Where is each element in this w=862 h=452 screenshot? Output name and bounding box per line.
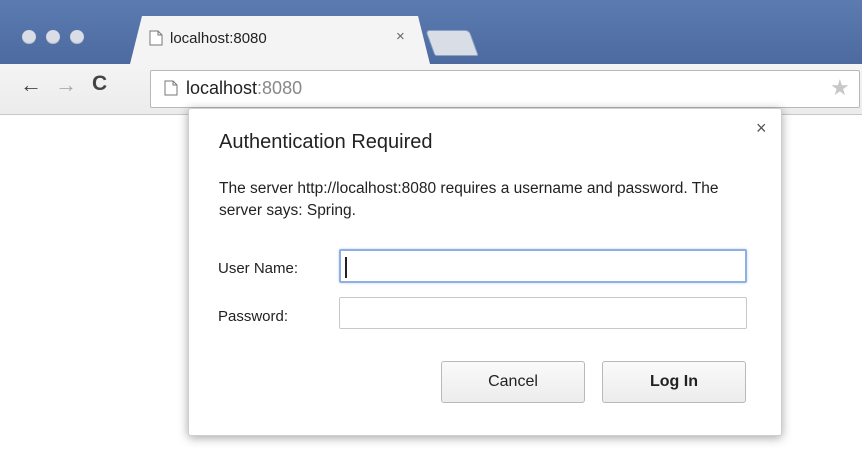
username-label: User Name: [218, 260, 299, 277]
url-host: localhost [186, 78, 258, 98]
username-field[interactable] [339, 249, 747, 283]
page-icon [164, 80, 178, 96]
login-button[interactable]: Log In [602, 361, 746, 403]
dialog-message: The server http://localhost:8080 require… [219, 180, 719, 219]
page-icon [149, 30, 163, 46]
window-zoom-dot[interactable] [70, 30, 84, 44]
tab-title: localhost:8080 [170, 30, 267, 47]
star-icon[interactable]: ★ [830, 75, 850, 101]
cancel-button[interactable]: Cancel [441, 361, 585, 403]
tab-close-icon[interactable]: × [396, 28, 405, 45]
password-field[interactable] [339, 297, 747, 329]
close-icon[interactable]: × [756, 118, 767, 139]
address-text[interactable]: localhost:8080 [186, 78, 302, 99]
url-port: :8080 [257, 78, 303, 98]
reload-icon[interactable]: C [92, 72, 107, 96]
window-minimize-dot[interactable] [46, 30, 60, 44]
dialog-title: Authentication Required [219, 131, 433, 153]
window-close-dot[interactable] [22, 30, 36, 44]
forward-arrow-icon[interactable]: → [55, 72, 77, 98]
text-caret [345, 257, 347, 278]
back-arrow-icon[interactable]: ← [20, 72, 42, 98]
new-tab-button[interactable] [425, 30, 479, 56]
password-label: Password: [218, 308, 289, 325]
